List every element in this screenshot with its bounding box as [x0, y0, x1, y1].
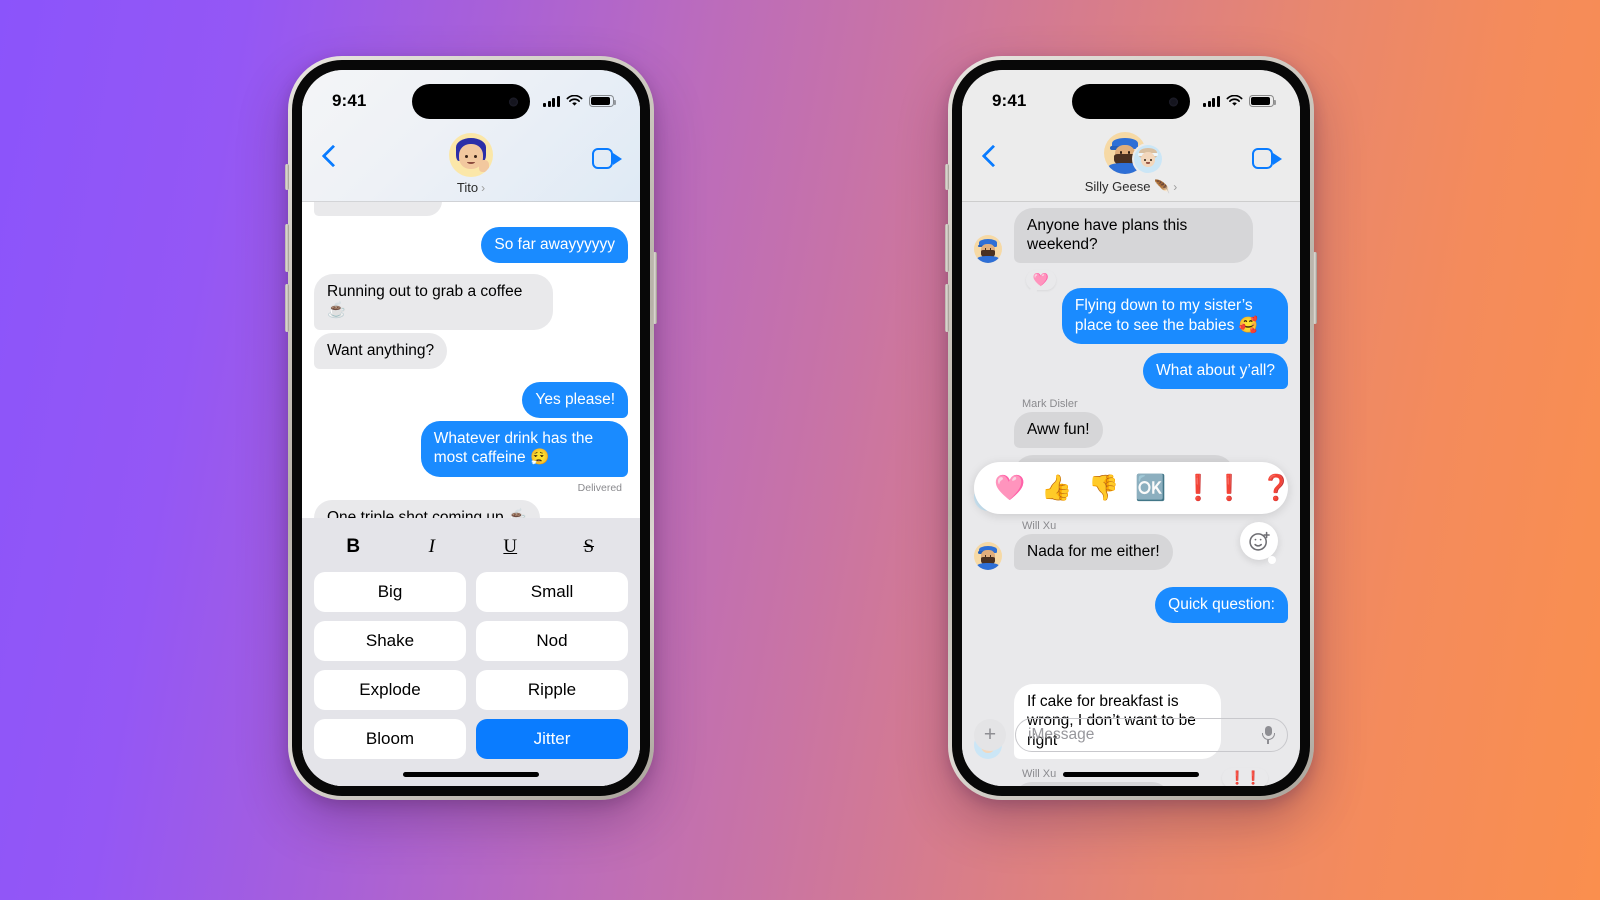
message-bubble[interactable]: Yes please!	[522, 381, 628, 419]
message-input[interactable]: iMessage	[1015, 718, 1288, 752]
message-row[interactable]: What about y’all?	[974, 352, 1288, 390]
group-header[interactable]: Silly Geese 🪶 ›	[1085, 132, 1178, 195]
dynamic-island	[412, 84, 530, 119]
contact-name-row[interactable]: Tito ›	[457, 180, 485, 195]
message-row[interactable]: Running out to grab a coffee ☕	[314, 274, 628, 330]
italic-button[interactable]: I	[393, 524, 472, 572]
home-indicator[interactable]	[1063, 772, 1199, 777]
message-row[interactable]	[314, 202, 628, 216]
facetime-video-icon[interactable]	[592, 148, 622, 169]
volume-up-button[interactable]	[945, 224, 949, 272]
left-phone-device: 9:41 Tito › So far awayyyyyy Running out…	[285, 56, 657, 800]
message-row[interactable]: Whatever drink has the most caffeine 😮‍💨	[314, 421, 628, 477]
message-bubble[interactable]: So far awayyyyyy	[481, 227, 628, 264]
right-phone-screen: 9:41 Silly Geese 🪶 › Anyone have plans t…	[962, 70, 1300, 786]
text-effects-grid[interactable]: Big Small Shake Nod Explode Ripple Bloom…	[314, 572, 628, 767]
tapback-option-question[interactable]: ❓	[1261, 474, 1288, 503]
effect-bloom-button[interactable]: Bloom	[314, 719, 466, 759]
underline-button[interactable]: U	[471, 524, 550, 572]
avatar[interactable]	[974, 541, 1002, 570]
contact-name: Tito	[456, 180, 479, 195]
wallpaper-background: 9:41 Tito › So far awayyyyyy Running out…	[0, 0, 1600, 900]
group-name: Silly Geese 🪶	[1084, 179, 1171, 194]
back-chevron-icon[interactable]	[320, 147, 340, 167]
contact-header[interactable]: Tito ›	[449, 133, 493, 195]
avatar[interactable]	[1134, 145, 1162, 173]
message-bubble[interactable]: Running out to grab a coffee ☕	[314, 274, 553, 330]
tapback-badge[interactable]: ❗❗	[1222, 767, 1269, 786]
avatar[interactable]	[449, 133, 493, 177]
volume-down-button[interactable]	[945, 284, 949, 332]
chevron-right-icon: ›	[481, 180, 486, 195]
effect-small-button[interactable]: Small	[476, 572, 628, 612]
power-button[interactable]	[1313, 252, 1317, 324]
message-bubble[interactable]: Whatever drink has the most caffeine 😮‍💨	[420, 421, 628, 477]
text-format-panel[interactable]: B I U S Big Small Shake Nod Explode Ripp…	[302, 518, 640, 786]
message-bubble[interactable]: What about y’all?	[1143, 352, 1288, 390]
message-input-placeholder: iMessage	[1028, 726, 1095, 743]
message-bubble[interactable]: Want anything?	[314, 332, 448, 369]
strikethrough-button[interactable]: S	[550, 524, 629, 572]
message-bubble[interactable]: Haha I second that	[1014, 781, 1171, 786]
volume-up-button[interactable]	[285, 224, 289, 272]
avatar[interactable]	[974, 235, 1002, 264]
volume-down-button[interactable]	[285, 284, 289, 332]
effect-big-button[interactable]: Big	[314, 572, 466, 612]
left-phone-screen: 9:41 Tito › So far awayyyyyy Running out…	[302, 70, 640, 786]
effect-shake-button[interactable]: Shake	[314, 621, 466, 661]
text-style-row[interactable]: B I U S	[314, 524, 628, 572]
message-bubble[interactable]: Nada for me either!	[1014, 533, 1173, 570]
effect-explode-button[interactable]: Explode	[314, 670, 466, 710]
message-bubble[interactable]: Aww fun!	[1014, 412, 1103, 449]
sender-avatar-slot	[974, 235, 1008, 264]
sender-name: Mark Disler	[1022, 398, 1078, 411]
effect-jitter-button[interactable]: Jitter	[476, 719, 628, 759]
power-button[interactable]	[653, 252, 657, 324]
right-phone-bezel: 9:41 Silly Geese 🪶 › Anyone have plans t…	[952, 60, 1310, 796]
delivery-status: Delivered	[577, 481, 622, 494]
message-row[interactable]: Yes please!	[314, 381, 628, 419]
message-bubble[interactable]: Anyone have plans this weekend?	[1014, 208, 1253, 264]
tapback-option-thumbs-down[interactable]: 👎	[1088, 474, 1119, 503]
microphone-icon[interactable]	[1261, 726, 1275, 744]
back-chevron-icon[interactable]	[980, 147, 1000, 167]
tapback-option-heart[interactable]: 🩷	[994, 474, 1025, 503]
dynamic-island	[1072, 84, 1190, 119]
message-row[interactable]: 🩷 Flying down to my sister’s place to se…	[974, 270, 1288, 344]
mute-button[interactable]	[285, 164, 289, 190]
bold-button[interactable]: B	[314, 524, 393, 572]
message-row[interactable]: Haha I second that ❗❗	[974, 767, 1288, 786]
tapback-badge[interactable]: 🩷	[1025, 270, 1056, 300]
plus-icon[interactable]: +	[974, 719, 1006, 751]
home-indicator[interactable]	[403, 772, 539, 777]
message-row[interactable]: Quick question:	[974, 586, 1288, 624]
message-row[interactable]: Anyone have plans this weekend?	[974, 208, 1288, 264]
message-bubble[interactable]: Flying down to my sister’s place to see …	[1061, 288, 1288, 344]
mute-button[interactable]	[945, 164, 949, 190]
facetime-video-icon[interactable]	[1252, 148, 1282, 169]
add-emoji-reaction-icon[interactable]	[1240, 522, 1278, 564]
effect-nod-button[interactable]: Nod	[476, 621, 628, 661]
message-row[interactable]: Want anything?	[314, 332, 628, 369]
tapback-picker[interactable]: 🩷 👍 👎 🆗 ❗❗ ❓ 🍰 👋	[974, 462, 1288, 514]
message-row[interactable]: Aww fun!	[974, 412, 1288, 449]
right-phone-device: 9:41 Silly Geese 🪶 › Anyone have plans t…	[945, 56, 1317, 800]
chevron-right-icon: ›	[1173, 180, 1178, 194]
sender-avatar-slot	[974, 541, 1008, 570]
left-phone-bezel: 9:41 Tito › So far awayyyyyy Running out…	[292, 60, 650, 796]
message-row[interactable]: So far awayyyyyy	[314, 227, 628, 264]
tapback-option-exclamation[interactable]: ❗❗	[1183, 474, 1245, 503]
effect-ripple-button[interactable]: Ripple	[476, 670, 628, 710]
tapback-option-thumbs-up[interactable]: 👍	[1041, 474, 1072, 503]
group-name-row[interactable]: Silly Geese 🪶 ›	[1085, 179, 1178, 195]
message-bubble[interactable]	[314, 202, 442, 216]
tapback-option-haha[interactable]: 🆗	[1135, 474, 1166, 503]
message-bubble[interactable]: Quick question:	[1155, 586, 1288, 624]
right-composer[interactable]: + iMessage	[962, 710, 1300, 760]
